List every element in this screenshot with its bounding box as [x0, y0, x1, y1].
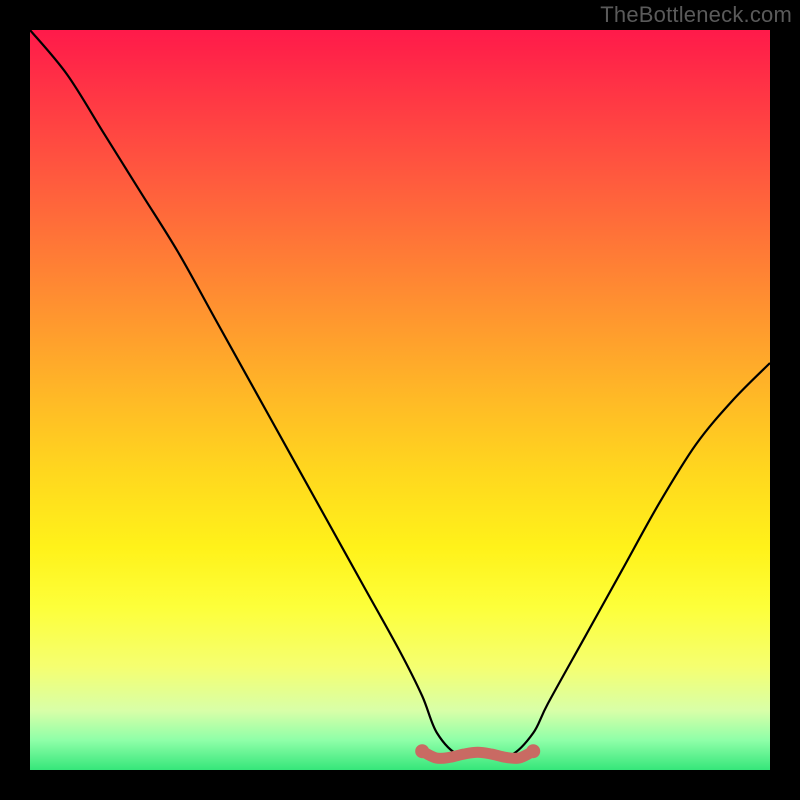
- marker-end-dot: [526, 744, 540, 758]
- marker-start-dot: [415, 744, 429, 758]
- bottleneck-curve: [30, 30, 770, 757]
- watermark-text: TheBottleneck.com: [600, 2, 792, 28]
- plot-area: [30, 30, 770, 770]
- chart-frame: TheBottleneck.com: [0, 0, 800, 800]
- curve-layer: [30, 30, 770, 770]
